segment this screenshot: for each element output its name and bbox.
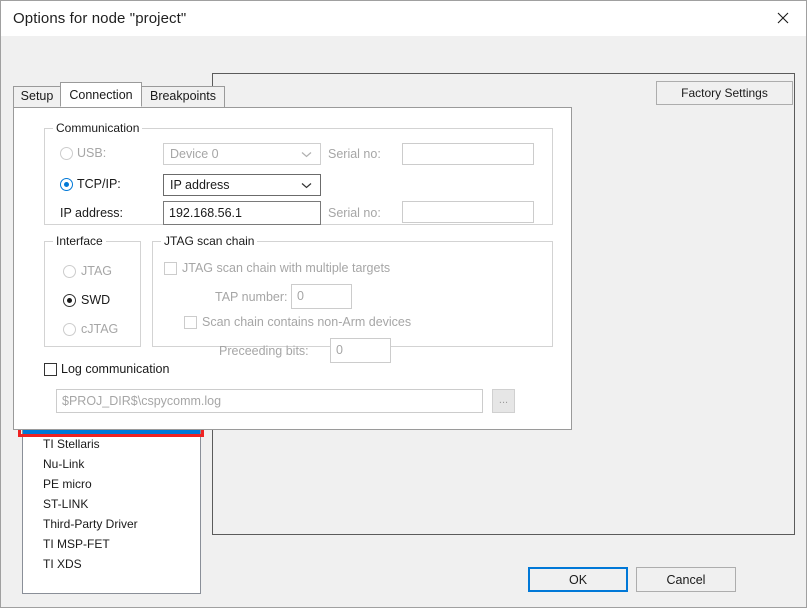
multiple-targets-checkbox[interactable] — [164, 262, 177, 275]
tcpip-mode-value: IP address — [170, 178, 230, 192]
chevron-down-icon — [301, 175, 312, 195]
usb-device-value: Device 0 — [170, 147, 219, 161]
interface-radio-cjtag[interactable] — [63, 323, 76, 336]
sidebar-item-nu-link[interactable]: Nu-Link — [23, 454, 200, 474]
jtag-scan-chain-group-title: JTAG scan chain — [161, 234, 258, 248]
tcpip-radio[interactable] — [60, 178, 73, 191]
preceeding-bits-label: Preceeding bits: — [219, 344, 309, 358]
tab-strip: Setup Connection Breakpoints — [13, 82, 572, 107]
chevron-down-icon — [301, 144, 312, 164]
interface-radio-swd[interactable] — [63, 294, 76, 307]
cancel-button[interactable]: Cancel — [636, 567, 736, 592]
sidebar-item-ti-msp-fet[interactable]: TI MSP-FET — [23, 534, 200, 554]
tab-connection[interactable]: Connection — [60, 82, 142, 107]
usb-serial-label: Serial no: — [328, 147, 381, 161]
window-title: Options for node "project" — [13, 10, 187, 27]
sidebar-item-ti-xds[interactable]: TI XDS — [23, 554, 200, 574]
usb-label: USB: — [77, 146, 107, 160]
sidebar-item-third-party-driver[interactable]: Third-Party Driver — [23, 514, 200, 534]
interface-label-jtag: JTAG — [81, 264, 113, 278]
communication-group-title: Communication — [53, 121, 143, 135]
tab-setup[interactable]: Setup — [13, 86, 61, 107]
usb-serial-input[interactable] — [402, 143, 534, 165]
tcpip-label: TCP/IP: — [77, 177, 121, 191]
usb-radio[interactable] — [60, 147, 73, 160]
ip-address-input[interactable]: 192.168.56.1 — [163, 201, 321, 225]
log-path-input[interactable]: $PROJ_DIR$\cspycomm.log — [56, 389, 483, 413]
sidebar-item-st-link[interactable]: ST-LINK — [23, 494, 200, 514]
log-communication-checkbox[interactable] — [44, 363, 57, 376]
interface-group: Interface JTAG SWD cJTAG — [44, 234, 141, 347]
tab-breakpoints[interactable]: Breakpoints — [141, 86, 225, 107]
interface-label-swd: SWD — [81, 293, 111, 307]
ip-address-label: IP address: — [60, 206, 124, 220]
browse-button[interactable]: ... — [492, 389, 515, 413]
log-communication-label: Log communication — [61, 362, 170, 376]
jtag-scan-chain-group: JTAG scan chain JTAG scan chain with mul… — [152, 234, 553, 363]
interface-radio-jtag[interactable] — [63, 265, 76, 278]
non-arm-devices-label: Scan chain contains non-Arm devices — [202, 315, 412, 329]
sidebar-item-ti-stellaris[interactable]: TI Stellaris — [23, 434, 200, 454]
close-icon — [777, 12, 789, 24]
tcpip-mode-combo[interactable]: IP address — [163, 174, 321, 196]
title-bar: Options for node "project" — [1, 1, 806, 37]
ok-button[interactable]: OK — [528, 567, 628, 592]
communication-group: Communication USB: Device 0 Serial no: T… — [44, 121, 553, 225]
tcpip-serial-label: Serial no: — [328, 206, 381, 220]
options-dialog: Options for node "project" Category: Gen… — [0, 0, 807, 608]
multiple-targets-label: JTAG scan chain with multiple targets — [182, 261, 391, 275]
interface-label-cjtag: cJTAG — [81, 322, 119, 336]
sidebar-item-pe-micro[interactable]: PE micro — [23, 474, 200, 494]
close-button[interactable] — [760, 1, 806, 35]
preceeding-bits-input[interactable]: 0 — [330, 338, 391, 363]
tap-number-input[interactable]: 0 — [291, 284, 352, 309]
non-arm-devices-checkbox[interactable] — [184, 316, 197, 329]
usb-device-combo[interactable]: Device 0 — [163, 143, 321, 165]
tcpip-serial-input[interactable] — [402, 201, 534, 223]
factory-settings-button[interactable]: Factory Settings — [656, 81, 793, 105]
connection-tab-panel: Communication USB: Device 0 Serial no: T… — [13, 107, 572, 430]
interface-group-title: Interface — [53, 234, 106, 248]
tap-number-label: TAP number: — [215, 290, 288, 304]
